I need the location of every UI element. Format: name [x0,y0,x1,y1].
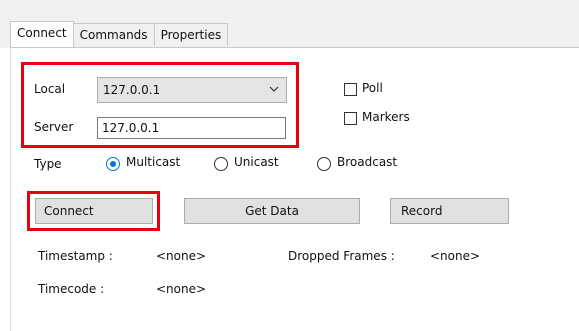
tab-commands[interactable]: Commands [72,23,155,46]
tab-properties[interactable]: Properties [153,23,229,46]
markers-label: Markers [362,110,410,124]
dropped-frames-value: <none> [430,249,481,263]
tab-connect[interactable]: Connect [10,21,74,47]
poll-checkbox[interactable] [344,83,357,96]
timecode-label: Timecode : [38,282,105,296]
timestamp-value: <none> [156,249,207,263]
multicast-label: Multicast [126,155,181,169]
window-top-bar: Connect Commands Properties [0,0,579,48]
dropped-frames-label: Dropped Frames : [288,249,395,263]
local-server-highlight [21,62,299,148]
record-button[interactable]: Record [390,198,509,224]
app-window: Connect Commands Properties Local 127.0.… [0,0,579,331]
connect-button-highlight [27,191,160,231]
unicast-label: Unicast [234,155,279,169]
tab-strip: Connect Commands Properties [10,21,229,47]
get-data-button[interactable]: Get Data [184,198,360,224]
type-label: Type [34,157,62,171]
markers-checkbox[interactable] [344,112,357,125]
multicast-radio[interactable] [106,157,120,171]
timecode-value: <none> [156,282,207,296]
poll-label: Poll [362,81,383,95]
broadcast-label: Broadcast [337,155,398,169]
timestamp-label: Timestamp : [38,249,113,263]
unicast-radio[interactable] [214,157,228,171]
broadcast-radio[interactable] [317,157,331,171]
